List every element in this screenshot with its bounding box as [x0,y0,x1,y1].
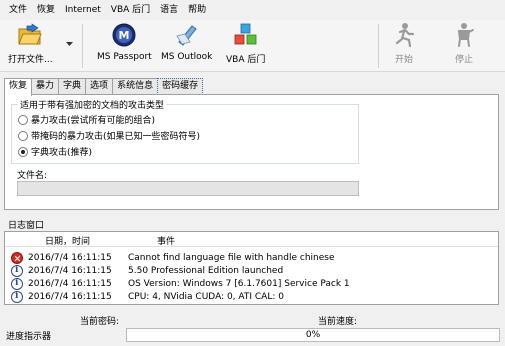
progress-row: 进度指示器 0% [0,328,505,344]
error-icon [11,251,23,264]
tab-system-info[interactable]: 系统信息 [112,78,159,95]
open-folder-icon [17,22,43,48]
toolbar: 打开文件... M MS Passport MS Outlook VBA 后门 … [0,20,505,72]
info-icon [11,277,23,290]
log-row: 2016/7/4 16:11:15 OS Version: Windows 7 … [11,277,350,290]
open-file-label: 打开文件... [8,55,53,65]
ms-outlook-label: MS Outlook [161,52,213,62]
toolbar-separator [378,24,379,68]
outlook-icon [174,22,200,48]
radio-label-mask: 带掩码的暴力攻击(如果已知一些密码符号) [31,132,201,142]
menu-internet[interactable]: Internet [60,0,106,20]
menu-file[interactable]: 文件 [4,0,32,20]
vba-cubes-icon [233,22,259,48]
log-datetime: 2016/7/4 16:11:15 [28,278,112,289]
open-file-dropdown-icon[interactable] [66,40,73,50]
start-button[interactable]: 开始 [391,22,417,65]
log-datetime: 2016/7/4 16:11:15 [28,265,112,276]
log-datetime: 2016/7/4 16:11:15 [28,291,112,302]
menu-recovery[interactable]: 恢复 [32,0,60,20]
log-header: 日期，时间 事件 [5,232,498,247]
log-row: 2016/7/4 16:11:15 Cannot find language f… [11,251,335,264]
recovery-panel: 适用于带有强加密的文档的攻击类型 暴力攻击(尝试所有可能的组合) 带掩码的暴力攻… [4,94,499,210]
tab-brute-force[interactable]: 暴力 [31,78,60,95]
log-row: 2016/7/4 16:11:15 5.50 Professional Edit… [11,264,283,277]
tab-options[interactable]: 选项 [85,78,114,95]
attack-type-legend: 适用于带有强加密的文档的攻击类型 [18,98,167,111]
file-name-field[interactable] [17,181,359,196]
radio-brute-force[interactable]: 暴力攻击(尝试所有可能的组合) [18,113,155,126]
attack-type-group: 适用于带有强加密的文档的攻击类型 暴力攻击(尝试所有可能的组合) 带掩码的暴力攻… [11,98,359,164]
log-datetime: 2016/7/4 16:11:15 [28,252,112,263]
log-window[interactable]: 日期，时间 事件 2016/7/4 16:11:15 Cannot find l… [4,231,499,305]
current-speed-label: 当前速度: [318,317,358,327]
current-password-label: 当前密码: [80,317,120,327]
open-file-button[interactable]: 打开文件... [8,22,53,65]
vba-backdoor-button[interactable]: VBA 后门 [226,22,265,65]
tab-recovery[interactable]: 恢复 [4,78,33,96]
vba-backdoor-label: VBA 后门 [226,55,266,65]
progress-bar: 0% [126,328,500,342]
progress-percent: 0% [305,330,321,340]
radio-circle-brute-force[interactable] [18,114,28,125]
toolbar-separator [82,24,83,68]
log-column-datetime[interactable]: 日期，时间 [45,234,90,247]
info-icon [11,264,23,277]
svg-text:M: M [119,29,130,42]
ms-outlook-button[interactable]: MS Outlook [161,22,212,62]
status-area: 当前密码: 当前速度: [0,314,505,327]
menu-vba-backdoor[interactable]: VBA 后门 [106,0,155,20]
main-tabs: 恢复 暴力 字典 选项 系统信息 密码缓存 [4,78,204,96]
log-event: OS Version: Windows 7 [6.1.7601] Service… [128,278,350,289]
radio-dictionary[interactable]: 字典攻击(推荐) [18,145,92,158]
log-window-title: 日志窗口 [8,221,45,231]
log-event: CPU: 4, NVidia CUDA: 0, ATI CAL: 0 [128,291,284,302]
tab-dictionary[interactable]: 字典 [58,78,87,95]
stop-figure-icon [451,22,477,48]
start-label: 开始 [394,55,413,65]
ms-passport-label: MS Passport [97,52,152,62]
passport-icon: M [111,22,137,48]
menu-language[interactable]: 语言 [155,0,183,20]
stop-label: 停止 [454,55,473,65]
tab-password-cache[interactable]: 密码缓存 [157,78,204,95]
radio-label-brute-force: 暴力攻击(尝试所有可能的组合) [31,116,156,126]
running-man-icon [391,22,417,48]
progress-indicator-label: 进度指示器 [6,332,52,342]
menu-bar: 文件 恢复 Internet VBA 后门 语言 帮助 [0,0,505,20]
log-row: 2016/7/4 16:11:15 CPU: 4, NVidia CUDA: 0… [11,290,284,303]
log-event: Cannot find language file with handle ch… [128,252,335,263]
log-event: 5.50 Professional Edition launched [128,265,284,276]
radio-circle-mask[interactable] [18,130,28,141]
file-name-label: 文件名: [17,171,48,181]
radio-label-dictionary: 字典攻击(推荐) [31,148,93,158]
radio-circle-dictionary[interactable] [18,146,28,157]
log-column-event[interactable]: 事件 [157,234,175,247]
stop-button[interactable]: 停止 [451,22,477,65]
ms-passport-button[interactable]: M MS Passport [97,22,152,62]
radio-mask-brute-force[interactable]: 带掩码的暴力攻击(如果已知一些密码符号) [18,129,200,142]
info-icon [11,290,23,303]
menu-help[interactable]: 帮助 [183,0,211,20]
